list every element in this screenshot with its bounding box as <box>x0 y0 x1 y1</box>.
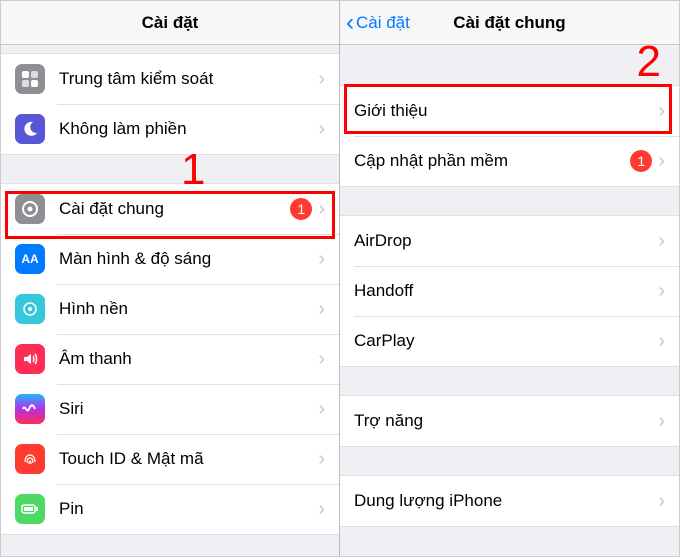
navbar-left: Cài đặt <box>1 1 339 45</box>
settings-group-2: Cài đặt chung 1 › AA Màn hình & độ sáng … <box>1 183 339 535</box>
row-label: Không làm phiền <box>59 119 312 139</box>
row-general[interactable]: Cài đặt chung 1 › <box>1 184 339 234</box>
row-carplay[interactable]: CarPlay › <box>340 316 679 366</box>
settings-group-1: Trung tâm kiểm soát › Không làm phiền › <box>1 53 339 155</box>
row-wallpaper[interactable]: Hình nền › <box>1 284 339 334</box>
row-label: Pin <box>59 499 312 519</box>
row-siri[interactable]: Siri › <box>1 384 339 434</box>
control-center-icon <box>15 64 45 94</box>
page-title: Cài đặt <box>142 13 199 33</box>
row-control-center[interactable]: Trung tâm kiểm soát › <box>1 54 339 104</box>
notification-badge: 1 <box>630 150 652 172</box>
row-battery[interactable]: Pin › <box>1 484 339 534</box>
settings-panel: Cài đặt Trung tâm kiểm soát › Không làm … <box>1 1 340 556</box>
chevron-right-icon: › <box>318 248 325 271</box>
sound-icon <box>15 344 45 374</box>
row-label: Dung lượng iPhone <box>354 491 652 511</box>
row-handoff[interactable]: Handoff › <box>340 266 679 316</box>
battery-icon <box>15 494 45 524</box>
row-label: Giới thiệu <box>354 101 652 121</box>
annotation-step-2: 2 <box>637 37 661 87</box>
gear-icon <box>15 194 45 224</box>
notification-badge: 1 <box>290 198 312 220</box>
fingerprint-icon <box>15 444 45 474</box>
chevron-right-icon: › <box>318 298 325 321</box>
general-group-4: Dung lượng iPhone › <box>340 475 679 527</box>
row-label: Handoff <box>354 281 652 301</box>
row-label: CarPlay <box>354 331 652 351</box>
row-label: Cài đặt chung <box>59 199 290 219</box>
general-panel: ‹ Cài đặt Cài đặt chung Giới thiệu › Cập… <box>340 1 679 556</box>
row-label: AirDrop <box>354 231 652 251</box>
general-group-3: Trợ năng › <box>340 395 679 447</box>
row-label: Hình nền <box>59 299 312 319</box>
row-display[interactable]: AA Màn hình & độ sáng › <box>1 234 339 284</box>
general-group-2: AirDrop › Handoff › CarPlay › <box>340 215 679 367</box>
moon-icon <box>15 114 45 144</box>
chevron-right-icon: › <box>658 490 665 513</box>
row-sounds[interactable]: Âm thanh › <box>1 334 339 384</box>
row-software-update[interactable]: Cập nhật phần mềm 1 › <box>340 136 679 186</box>
chevron-right-icon: › <box>318 118 325 141</box>
chevron-right-icon: › <box>318 448 325 471</box>
chevron-right-icon: › <box>658 280 665 303</box>
chevron-right-icon: › <box>318 498 325 521</box>
chevron-right-icon: › <box>658 410 665 433</box>
chevron-right-icon: › <box>318 348 325 371</box>
page-title: Cài đặt chung <box>453 13 565 33</box>
row-airdrop[interactable]: AirDrop › <box>340 216 679 266</box>
annotation-step-1: 1 <box>181 145 205 195</box>
chevron-right-icon: › <box>658 150 665 173</box>
row-label: Touch ID & Mật mã <box>59 449 312 469</box>
row-label: Trợ năng <box>354 411 652 431</box>
row-label: Âm thanh <box>59 349 312 369</box>
row-label: Trung tâm kiểm soát <box>59 69 312 89</box>
chevron-left-icon: ‹ <box>346 11 354 35</box>
chevron-right-icon: › <box>318 198 325 221</box>
wallpaper-icon <box>15 294 45 324</box>
chevron-right-icon: › <box>318 398 325 421</box>
chevron-right-icon: › <box>658 230 665 253</box>
general-group-1: Giới thiệu › Cập nhật phần mềm 1 › <box>340 85 679 187</box>
navbar-right: ‹ Cài đặt Cài đặt chung <box>340 1 679 45</box>
siri-icon <box>15 394 45 424</box>
chevron-right-icon: › <box>318 68 325 91</box>
row-label: Màn hình & độ sáng <box>59 249 312 269</box>
row-dnd[interactable]: Không làm phiền › <box>1 104 339 154</box>
row-touchid[interactable]: Touch ID & Mật mã › <box>1 434 339 484</box>
display-icon: AA <box>15 244 45 274</box>
row-accessibility[interactable]: Trợ năng › <box>340 396 679 446</box>
row-iphone-storage[interactable]: Dung lượng iPhone › <box>340 476 679 526</box>
back-label: Cài đặt <box>356 13 410 33</box>
row-label: Cập nhật phần mềm <box>354 151 630 171</box>
chevron-right-icon: › <box>658 100 665 123</box>
chevron-right-icon: › <box>658 330 665 353</box>
row-label: Siri <box>59 399 312 419</box>
row-about[interactable]: Giới thiệu › <box>340 86 679 136</box>
back-button[interactable]: ‹ Cài đặt <box>346 11 410 35</box>
